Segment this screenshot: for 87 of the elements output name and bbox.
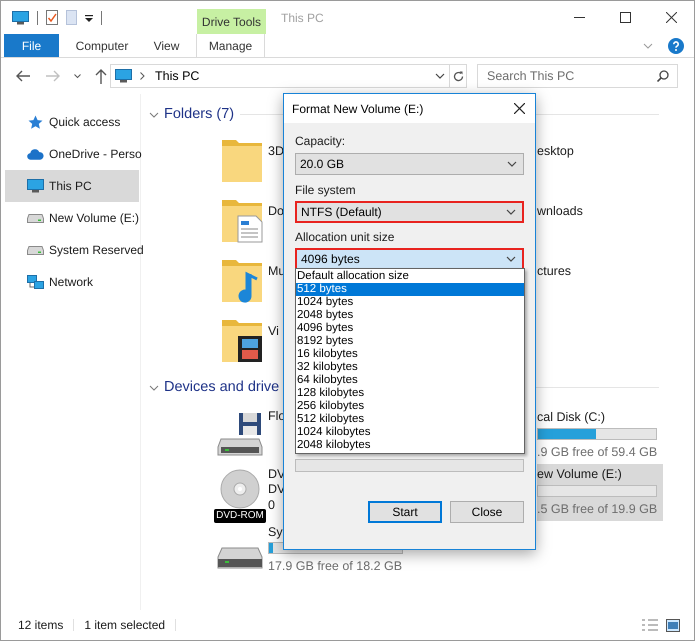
chevron-down-icon[interactable]	[149, 110, 159, 120]
nav-item[interactable]: This PC	[5, 170, 139, 202]
minimize-icon[interactable]	[574, 17, 584, 18]
drive-tile[interactable]: cal Disk (C:) .9 GB free of 59.4 GB	[537, 406, 663, 464]
field-label: Allocation unit size	[295, 230, 396, 244]
dropdown-option[interactable]: 128 kilobytes	[296, 387, 524, 400]
network-icon	[27, 274, 44, 290]
refresh-icon[interactable]	[452, 70, 464, 82]
drive-name[interactable]: Sy	[268, 524, 283, 540]
folder-name[interactable]: Do	[268, 202, 284, 220]
maximize-icon[interactable]	[620, 12, 630, 23]
chevron-down-icon[interactable]	[149, 382, 159, 393]
field-label: Capacity:	[295, 134, 346, 148]
computer-icon	[115, 69, 132, 83]
expand-ribbon-icon[interactable]	[643, 42, 653, 48]
ribbon-tab[interactable]: File	[4, 34, 59, 57]
nav-item[interactable]: New Volume (E:)	[5, 202, 142, 234]
chevron-down-icon[interactable]	[507, 161, 517, 167]
drive-icon	[27, 246, 44, 254]
chevron-down-icon[interactable]	[506, 209, 516, 215]
drive-badge: DVD-ROM	[214, 508, 266, 522]
field-label: File system	[295, 183, 357, 197]
details-view-icon[interactable]	[642, 619, 658, 631]
dropdown-option[interactable]: 4096 bytes	[296, 322, 524, 335]
context-group-label: Drive Tools	[197, 9, 266, 34]
chevron-down-icon[interactable]	[506, 256, 516, 262]
dropdown-option[interactable]: 2048 bytes	[296, 309, 524, 322]
dropdown-option[interactable]: 8192 bytes	[296, 335, 524, 348]
computer-icon[interactable]	[12, 10, 29, 24]
nav-item[interactable]: System Reserved	[5, 234, 146, 266]
nav-item[interactable]: Network	[5, 266, 139, 298]
search-field[interactable]: Search This PC	[477, 64, 678, 88]
dropdown-field[interactable]: 4096 bytes	[295, 248, 524, 270]
address-text: This PC	[155, 68, 200, 85]
folder-name[interactable]: ctures	[537, 262, 572, 278]
dropdown-option[interactable]: 16 kilobytes	[296, 348, 524, 361]
large-icons-view-icon[interactable]	[666, 618, 680, 632]
section-header[interactable]: Devices and drive	[164, 376, 280, 398]
ribbon-tab[interactable]: Manage	[196, 34, 265, 57]
drive-icon	[27, 214, 44, 222]
nav-item[interactable]: Quick access	[5, 106, 139, 138]
dropdown-option[interactable]: 2048 kilobytes	[296, 439, 524, 452]
checklist-icon[interactable]	[46, 10, 58, 25]
drive-name[interactable]: 0	[268, 498, 275, 513]
dropdown-option[interactable]: 32 kilobytes	[296, 361, 524, 374]
free-space-text: .9 GB free of 59.4 GB	[537, 444, 658, 460]
computer-icon	[27, 179, 44, 193]
dropdown-icon[interactable]	[85, 14, 93, 22]
help-icon[interactable]	[668, 38, 684, 54]
folder-name[interactable]: Vi	[268, 322, 279, 340]
free-space-text: .5 GB free of 19.9 GB	[537, 500, 658, 518]
chevron-down-icon[interactable]	[74, 74, 81, 78]
section-header[interactable]: Folders (7)	[164, 104, 234, 126]
dropdown-option[interactable]: 512 bytes	[296, 283, 524, 296]
drive-tile[interactable]: ew Volume (E:) .5 GB free of 19.9 GB	[537, 464, 663, 520]
dropdown-field[interactable]: 20.0 GB	[295, 153, 524, 175]
dropdown-option[interactable]: 64 kilobytes	[296, 374, 524, 387]
selection-count: 1 item selected	[84, 617, 166, 634]
hard-drive-icon[interactable]	[217, 546, 263, 568]
nav-item[interactable]: OneDrive - Perso	[5, 138, 144, 170]
item-count: 12 items	[18, 617, 64, 634]
up-arrow-icon[interactable]	[95, 68, 107, 84]
star-icon	[28, 114, 43, 130]
dialog-title: Format New Volume (E:)	[292, 100, 424, 118]
dropdown-field[interactable]: NTFS (Default)	[295, 201, 524, 223]
close-icon[interactable]	[666, 12, 676, 23]
window-title: This PC	[281, 10, 325, 26]
folder-name[interactable]: 3D	[268, 142, 284, 160]
floppy-drive-icon[interactable]	[217, 410, 263, 456]
dropdown-option[interactable]: 512 kilobytes	[296, 413, 524, 426]
dropdown-option[interactable]: 1024 bytes	[296, 296, 524, 309]
address-bar[interactable]: This PC	[110, 64, 450, 88]
dropdown-option[interactable]: 256 kilobytes	[296, 400, 524, 413]
chevron-down-icon[interactable]	[435, 73, 445, 79]
dropdown-option[interactable]: 1024 kilobytes	[296, 426, 524, 439]
folder-name[interactable]: esktop	[537, 142, 574, 158]
folder-name[interactable]: wnloads	[537, 202, 583, 218]
ribbon-tab[interactable]: Computer	[64, 34, 140, 57]
ribbon-tab[interactable]: View	[140, 34, 193, 57]
dialog-button[interactable]: Close	[450, 501, 524, 523]
free-space-text: 17.9 GB free of 18.2 GB	[268, 558, 402, 575]
dialog-button[interactable]: Start	[368, 501, 442, 523]
dropdown-option[interactable]: Default allocation size	[296, 270, 524, 283]
cloud-icon	[27, 148, 44, 160]
search-icon[interactable]	[657, 70, 669, 82]
back-arrow-icon[interactable]	[16, 70, 31, 82]
close-icon[interactable]	[514, 103, 524, 114]
